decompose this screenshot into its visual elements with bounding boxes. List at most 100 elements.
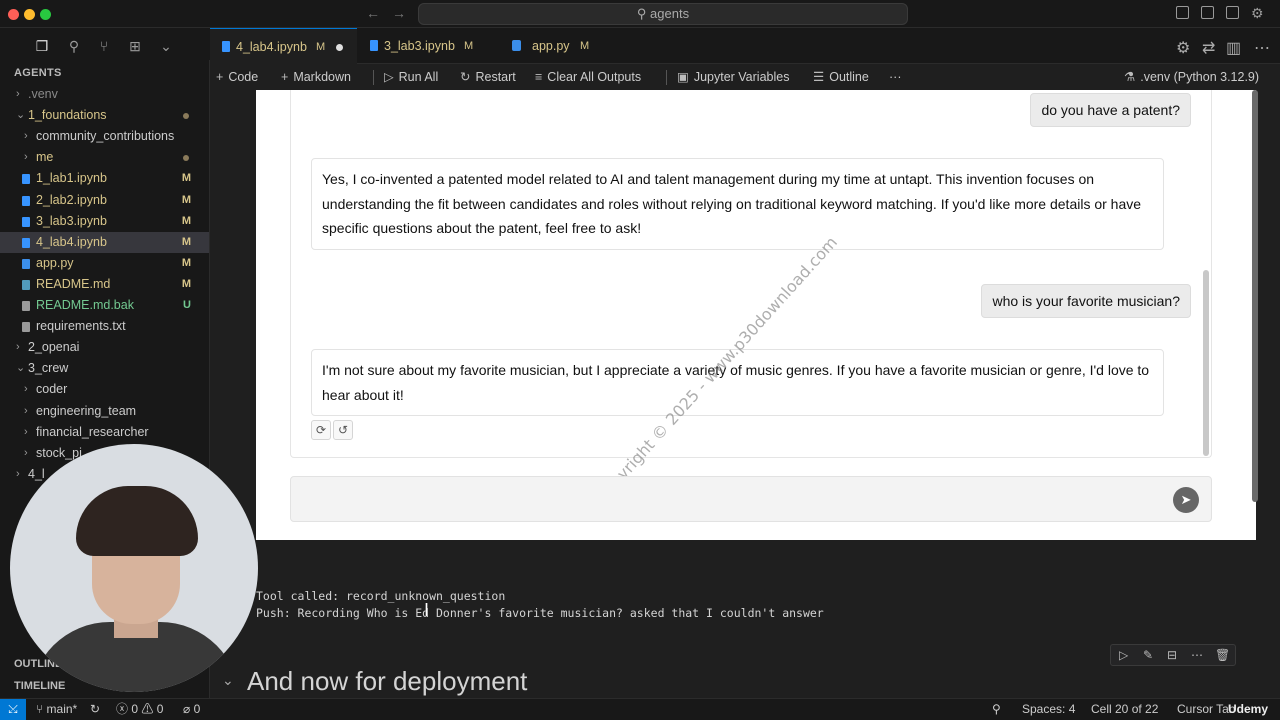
tree-item[interactable]: › 2_openai [0, 337, 209, 358]
toggle-sidebar-icon[interactable] [1176, 6, 1189, 19]
user-message: who is your favorite musician? [981, 284, 1191, 318]
notebook-toolbar: + Code + Markdown ▷ Run All ↻ Restart ≡ Clear… [210, 64, 1280, 90]
variables-icon: ▣ [677, 70, 689, 84]
tree-item[interactable]: README.md M [0, 274, 209, 295]
tree-item[interactable]: › community_contributions [0, 126, 209, 147]
activity-bar: ❐ ⚲ ⑂ ⊞ ⌄ [0, 28, 210, 60]
tab-app-py[interactable]: app.py M [500, 28, 610, 64]
chevron-down-icon: ⌄ [16, 109, 26, 122]
tree-item-label: requirements.txt [36, 319, 126, 334]
toggle-panel-icon[interactable] [1201, 6, 1214, 19]
add-markdown-button[interactable]: + Markdown [281, 64, 351, 90]
tree-item[interactable]: README.md.bak U [0, 295, 209, 316]
chat-input[interactable]: ➤ [290, 476, 1212, 522]
zoom-icon[interactable]: ⚲ [992, 699, 1001, 720]
outline-button[interactable]: ☰ Outline [813, 64, 869, 90]
tab-badge: M [464, 40, 474, 52]
clear-outputs-button[interactable]: ≡ Clear All Outputs [535, 64, 641, 90]
tree-item[interactable]: › me [0, 147, 209, 168]
cursor-tab-indicator[interactable]: Cursor Tab [1177, 699, 1235, 720]
tree-item[interactable]: app.py M [0, 253, 209, 274]
sync-icon[interactable]: ↻ [90, 699, 100, 720]
file-icon [22, 301, 30, 311]
more-toolbar-button[interactable]: ··· [889, 64, 902, 90]
git-status-badge: U [183, 299, 191, 311]
command-search[interactable]: ⚲ agents [418, 3, 908, 25]
ports-indicator[interactable]: ⌀ 0 [183, 699, 200, 720]
explorer-icon[interactable]: ❐ [34, 38, 50, 54]
git-status-badge: M [181, 214, 191, 227]
add-code-button[interactable]: + Code [216, 64, 258, 90]
tree-item[interactable]: ⌄ 3_crew [0, 358, 209, 379]
toggle-secondary-sidebar-icon[interactable] [1226, 6, 1239, 19]
run-all-button[interactable]: ▷ Run All [384, 64, 438, 90]
split-editor-icon[interactable]: ▥ [1226, 38, 1241, 58]
tree-item[interactable]: requirements.txt [0, 316, 209, 337]
file-icon [22, 174, 30, 185]
tab-4-lab4[interactable]: 4_lab4.ipynb M [210, 28, 357, 64]
branch-indicator[interactable]: ⑂ main* [36, 699, 77, 720]
tab-label: 4_lab4.ipynb [236, 40, 307, 54]
tree-item-label: README.md [36, 276, 111, 291]
restart-icon: ↻ [460, 70, 471, 84]
output-scrollbar[interactable] [1252, 90, 1258, 502]
webcam-overlay [10, 444, 258, 692]
tree-item[interactable]: › .venv [0, 84, 209, 105]
tree-item[interactable]: › coder [0, 379, 209, 400]
minimize-window-button[interactable] [24, 9, 35, 20]
indentation-indicator[interactable]: Spaces: 4 [1022, 699, 1075, 720]
chevron-right-icon: › [16, 341, 20, 354]
close-window-button[interactable] [8, 9, 19, 20]
more-actions-icon[interactable]: ⋯ [1254, 38, 1270, 58]
jupyter-variables-button[interactable]: ▣ Jupyter Variables [677, 64, 789, 90]
delete-icon[interactable]: 🗑 [1215, 648, 1230, 662]
split-cell-icon[interactable]: ⊟ [1167, 648, 1177, 662]
tab-3-lab3[interactable]: 3_lab3.ipynb M [358, 28, 494, 64]
branch-icon: ⑂ [36, 702, 47, 716]
notebook-icon [222, 41, 230, 52]
compare-icon[interactable]: ⇄ [1202, 38, 1215, 58]
more-icon[interactable]: ⋯ [1191, 648, 1203, 662]
run-cell-icon[interactable]: ▷ [1119, 648, 1128, 662]
chevron-down-icon[interactable]: ⌄ [158, 38, 174, 54]
unsaved-dot-icon[interactable] [336, 44, 343, 51]
tree-item[interactable]: 4_lab4.ipynb M [0, 231, 209, 253]
settings-gear-icon[interactable]: ⚙ [1176, 38, 1190, 58]
search-icon: ⚲ [636, 6, 651, 21]
tree-item-label: 2_lab2.ipynb [36, 192, 107, 207]
python-icon [512, 40, 521, 51]
extensions-icon[interactable]: ⊞ [127, 38, 143, 54]
tree-item[interactable]: › engineering_team [0, 401, 209, 422]
undo-icon[interactable]: ↺ [333, 420, 353, 440]
modified-dot-icon [183, 155, 189, 162]
customize-layout-icon[interactable]: ⚙ [1251, 5, 1264, 22]
tree-item[interactable]: 2_lab2.ipynb M [0, 190, 209, 211]
problems-indicator[interactable]: ⓧ 0 ⚠ 0 [116, 699, 163, 720]
tree-item[interactable]: 1_lab1.ipynb M [0, 168, 209, 189]
search-view-icon[interactable]: ⚲ [66, 38, 82, 54]
send-icon[interactable]: ➤ [1173, 487, 1199, 513]
restart-button[interactable]: ↻ Restart [460, 64, 516, 90]
remote-icon[interactable]: ⤩ [0, 699, 26, 720]
file-icon [22, 258, 30, 269]
kernel-picker[interactable]: ⚗ .venv (Python 3.12.9) [1124, 64, 1259, 90]
retry-icon[interactable]: ⟳ [311, 420, 331, 440]
file-icon [22, 216, 30, 227]
git-status-badge: M [181, 172, 191, 185]
tree-item-label: 1_lab1.ipynb [36, 171, 107, 186]
tree-item[interactable]: › financial_researcher [0, 422, 209, 443]
chat-scrollbar[interactable] [1203, 270, 1209, 456]
tree-item-label: engineering_team [36, 403, 137, 418]
forward-arrow-icon[interactable]: → [392, 5, 406, 21]
cell-position[interactable]: Cell 20 of 22 [1091, 699, 1158, 720]
tab-badge: M [316, 41, 326, 53]
tree-item-label: 2_openai [28, 340, 80, 355]
brand-logo: Udemy [1228, 702, 1269, 716]
notebook-editor: do you have a patent? Yes, I co-invented… [210, 90, 1280, 698]
back-arrow-icon[interactable]: ← [366, 5, 380, 21]
tree-item[interactable]: 3_lab3.ipynb M [0, 211, 209, 232]
source-control-icon[interactable]: ⑂ [96, 38, 112, 54]
edit-icon[interactable]: ✎ [1143, 648, 1153, 662]
maximize-window-button[interactable] [40, 9, 51, 20]
tree-item[interactable]: ⌄ 1_foundations [0, 105, 209, 126]
